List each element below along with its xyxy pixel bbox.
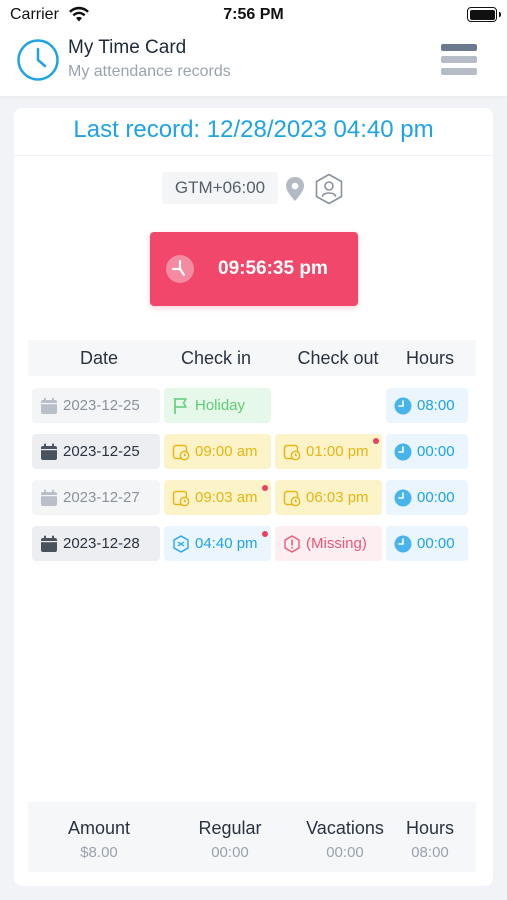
table-header: Date Check in Check out Hours bbox=[28, 340, 476, 376]
table-row-date[interactable]: 2023-12-25 bbox=[32, 388, 160, 423]
warning-hexagon-icon bbox=[284, 535, 300, 553]
clock-icon bbox=[166, 255, 194, 283]
calendar-icon bbox=[41, 443, 57, 460]
check-out-badge[interactable]: 01:00 pm bbox=[275, 434, 382, 469]
calendar-clock-icon bbox=[283, 444, 301, 461]
summary-footer: Amount $8.00 Regular 00:00 Vacations 00:… bbox=[28, 802, 476, 872]
table-row-date[interactable]: 2023-12-28 bbox=[32, 526, 160, 561]
current-time-label: 09:56:35 pm bbox=[218, 258, 328, 279]
clock-in-button[interactable]: 09:56:35 pm bbox=[150, 232, 358, 306]
check-in-badge[interactable]: 04:40 pm bbox=[164, 526, 271, 561]
battery-icon bbox=[467, 7, 501, 22]
clock-icon bbox=[394, 397, 412, 415]
column-check-in: Check in bbox=[180, 348, 252, 368]
table-row-date[interactable]: 2023-12-27 bbox=[32, 480, 160, 515]
clock-icon bbox=[394, 443, 412, 461]
calendar-icon bbox=[41, 535, 57, 552]
last-record-label: Last record: 12/28/2023 04:40 pm bbox=[14, 116, 493, 156]
amount-value: $8.00 bbox=[80, 844, 118, 861]
table-row-date[interactable]: 2023-12-25 bbox=[32, 434, 160, 469]
page-subtitle: My attendance records bbox=[68, 63, 231, 80]
amount-label: Amount bbox=[67, 818, 131, 838]
flag-icon bbox=[174, 398, 187, 414]
column-date: Date bbox=[79, 348, 119, 368]
hours-badge: 00:00 bbox=[386, 526, 468, 561]
location-pin-icon[interactable] bbox=[284, 176, 306, 202]
hours-badge: 08:00 bbox=[386, 388, 468, 423]
clock-icon bbox=[17, 39, 59, 81]
user-hexagon-icon[interactable] bbox=[314, 173, 344, 205]
edited-indicator bbox=[262, 531, 268, 537]
timezone-badge: GTM+06:00 bbox=[162, 172, 278, 204]
calendar-clock-icon bbox=[172, 444, 190, 461]
edited-indicator bbox=[373, 438, 379, 444]
hours-label: Hours bbox=[405, 818, 454, 838]
holiday-badge[interactable]: Holiday bbox=[164, 388, 271, 423]
calendar-clock-icon bbox=[283, 490, 301, 507]
calendar-clock-icon bbox=[172, 490, 190, 507]
status-time: 7:56 PM bbox=[223, 6, 284, 23]
attendance-card: Last record: 12/28/2023 04:40 pm GTM+06:… bbox=[14, 108, 493, 886]
hours-value: 08:00 bbox=[411, 844, 449, 861]
calendar-icon bbox=[41, 489, 57, 506]
clock-icon bbox=[394, 535, 412, 553]
location-hexagon-icon bbox=[173, 535, 189, 553]
check-out-badge[interactable]: 06:03 pm bbox=[275, 480, 382, 515]
page-title: My Time Card bbox=[68, 37, 187, 58]
hours-badge: 00:00 bbox=[386, 434, 468, 469]
menu-icon[interactable] bbox=[441, 44, 477, 78]
column-hours: Hours bbox=[405, 348, 454, 368]
calendar-icon bbox=[41, 397, 57, 414]
regular-value: 00:00 bbox=[211, 844, 249, 861]
hours-badge: 00:00 bbox=[386, 480, 468, 515]
app-header: My Time Card My attendance records bbox=[0, 30, 507, 96]
edited-indicator bbox=[262, 485, 268, 491]
status-bar: Carrier 7:56 PM bbox=[0, 0, 507, 30]
clock-icon bbox=[394, 489, 412, 507]
regular-label: Regular bbox=[198, 818, 262, 838]
missing-check-out-badge[interactable]: (Missing) bbox=[275, 526, 382, 561]
check-in-badge[interactable]: 09:00 am bbox=[164, 434, 271, 469]
check-in-badge[interactable]: 09:03 am bbox=[164, 480, 271, 515]
